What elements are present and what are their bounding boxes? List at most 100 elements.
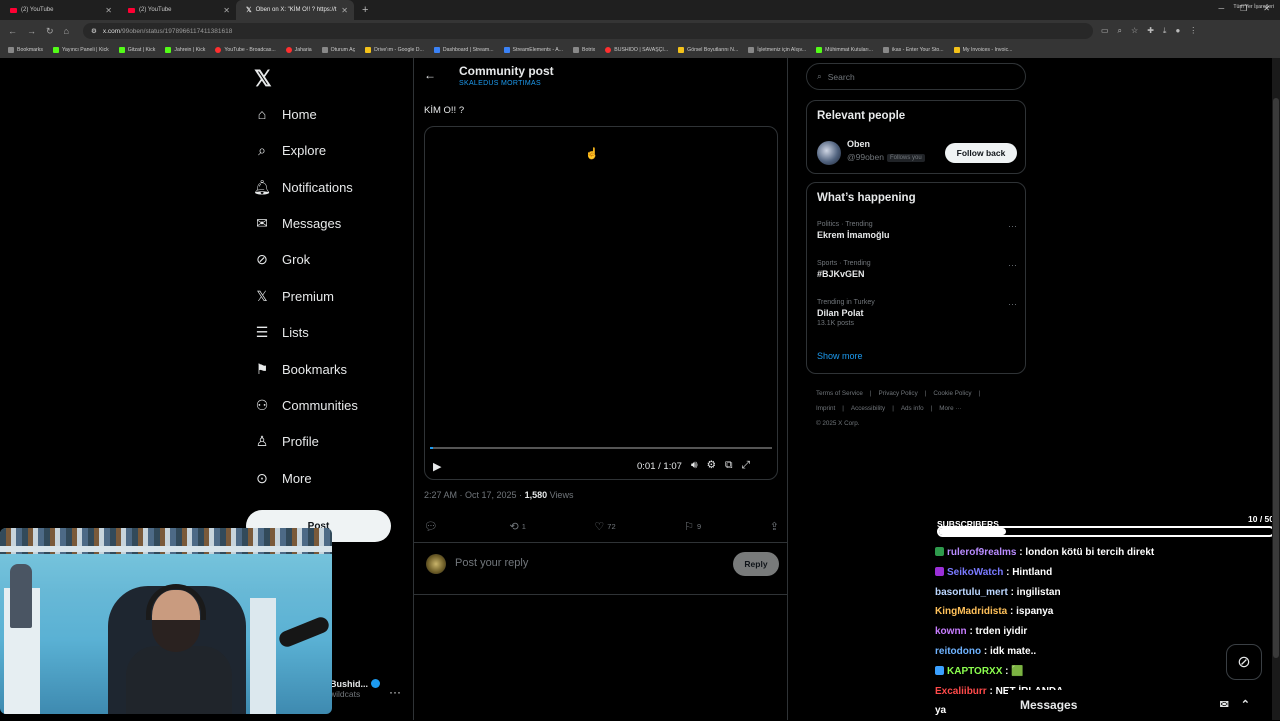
chat-text: : london kötü bi tercih direkt bbox=[1016, 547, 1155, 558]
star-icon[interactable]: ☆ bbox=[1131, 26, 1138, 36]
more-dots-icon[interactable]: ··· bbox=[1008, 299, 1017, 309]
more-dots-icon[interactable]: ··· bbox=[1008, 260, 1017, 270]
bookmark-action[interactable]: ⚐ 9 bbox=[684, 520, 701, 533]
footer-link[interactable]: Ads info bbox=[901, 405, 924, 412]
download-icon[interactable]: ⤓ bbox=[1163, 26, 1167, 36]
menu-icon[interactable]: ⋮ bbox=[1189, 26, 1197, 36]
trend-item[interactable]: Sports · Trending #BJKvGEN ··· bbox=[817, 260, 1017, 279]
account-switcher[interactable]: Bushid... wildcats bbox=[330, 679, 380, 699]
close-icon[interactable]: ✕ bbox=[341, 6, 348, 15]
url-field[interactable]: ⚙ x.com/99oben/status/197896611741138161… bbox=[82, 23, 1093, 39]
browser-tab[interactable]: (2) YouTube ✕ bbox=[118, 0, 236, 20]
sidebar-item-notifications[interactable]: 🔔︎ Notifications bbox=[253, 179, 353, 195]
sidebar-item-label: Grok bbox=[282, 251, 311, 267]
sidebar-item-home[interactable]: ⌂ Home bbox=[254, 106, 317, 122]
all-bookmarks-link[interactable]: Tüm Yer İşaretleri bbox=[1233, 4, 1274, 10]
sidebar-item-messages[interactable]: ✉ Messages bbox=[254, 215, 341, 231]
bookmark-item[interactable]: ikas - Enter Your Sto... bbox=[882, 47, 944, 53]
bookmark-item[interactable]: Dashboard | Stream... bbox=[433, 47, 494, 53]
browser-tab[interactable]: (2) YouTube ✕ bbox=[0, 0, 118, 20]
back-icon[interactable]: ← bbox=[8, 26, 17, 37]
bookmark-item[interactable]: BUSHIDO | SAVAŞÇI... bbox=[605, 47, 668, 53]
footer-link[interactable]: Terms of Service bbox=[816, 390, 863, 397]
fullscreen-icon[interactable]: ⤢ bbox=[742, 459, 750, 472]
sidebar-item-communities[interactable]: ⚇ Communities bbox=[254, 397, 358, 413]
avatar[interactable] bbox=[817, 141, 841, 165]
site-info-icon[interactable]: ⚙ bbox=[91, 27, 97, 35]
person-row[interactable]: Oben @99oben Follows you Follow back bbox=[817, 139, 1017, 167]
bookmark-item[interactable]: My Invoices - Invoic... bbox=[953, 47, 1012, 53]
bookmark-item[interactable]: Jaharia bbox=[285, 47, 312, 53]
minimize-icon[interactable]: ─ bbox=[1218, 4, 1224, 13]
bookmark-item[interactable]: İşletmeniz için Alışv... bbox=[748, 47, 806, 53]
close-icon[interactable]: ✕ bbox=[223, 6, 230, 15]
play-icon[interactable]: ▶ bbox=[433, 460, 441, 473]
cast-icon[interactable]: ▭ bbox=[1101, 26, 1109, 36]
chevron-up-icon[interactable]: ⌃ bbox=[1241, 698, 1250, 711]
bookmark-item[interactable]: Oturum Aç bbox=[321, 47, 355, 53]
bookmark-item[interactable]: Gitzat | Kick bbox=[118, 47, 155, 53]
profile-avatar-icon[interactable]: ● bbox=[1175, 26, 1180, 36]
reply-action[interactable]: 💬︎ bbox=[424, 520, 441, 533]
like-action[interactable]: ♡ 72 bbox=[594, 520, 615, 533]
person-name[interactable]: Oben bbox=[847, 139, 870, 149]
sidebar-item-premium[interactable]: 𝕏 Premium bbox=[254, 288, 334, 304]
compose-message-icon[interactable]: ✉ bbox=[1220, 698, 1229, 711]
video-player[interactable]: ☝ ▶ 0:01 / 1:07 🔊︎ ⚙ ⧉ ⤢ bbox=[424, 126, 778, 480]
pip-icon[interactable]: ⧉ bbox=[725, 459, 733, 472]
bookmark-item[interactable]: Jahrein | Kick bbox=[165, 47, 205, 53]
share-action[interactable]: ⇪ bbox=[770, 520, 779, 533]
extensions-icon[interactable]: ✚ bbox=[1147, 26, 1154, 36]
repost-action[interactable]: ⟲ 1 bbox=[510, 520, 526, 533]
forward-icon[interactable]: → bbox=[27, 26, 36, 37]
x-logo-icon[interactable]: 𝕏 bbox=[254, 66, 272, 92]
bookmark-item[interactable]: Görsel Boyutlarını N... bbox=[678, 47, 738, 53]
bookmark-item[interactable]: Drive'ım - Google D... bbox=[365, 47, 424, 53]
messages-drawer[interactable]: Messages ✉ ⌃ bbox=[1008, 690, 1260, 720]
chat-username: KAPTORXX bbox=[947, 665, 1003, 677]
more-dots-icon[interactable]: ··· bbox=[389, 685, 401, 699]
bookmark-item[interactable]: StreamElements - A... bbox=[503, 47, 563, 53]
zoom-icon[interactable]: ⌕ bbox=[1118, 26, 1122, 36]
scrollbar[interactable] bbox=[1272, 58, 1280, 720]
trend-item[interactable]: Trending in Turkey Dilan Polat 13.1K pos… bbox=[817, 299, 1017, 327]
grok-icon[interactable]: ⊘ bbox=[1226, 644, 1262, 680]
home-browser-icon[interactable]: ⌂ bbox=[64, 26, 69, 37]
bookmark-item[interactable]: Bookmarks bbox=[8, 47, 43, 53]
community-link[interactable]: SKALEDUS MORTIMAS bbox=[459, 80, 541, 87]
trend-item[interactable]: Politics · Trending Ekrem İmamoğlu ··· bbox=[817, 221, 1017, 240]
new-tab-icon[interactable]: + bbox=[362, 4, 368, 16]
reply-input[interactable]: Post your reply bbox=[455, 557, 528, 569]
close-icon[interactable]: ✕ bbox=[105, 6, 112, 15]
footer-link[interactable]: More ··· bbox=[939, 405, 961, 412]
sidebar-item-profile[interactable]: ♙ Profile bbox=[254, 433, 319, 449]
sidebar-item-grok[interactable]: ⊘ Grok bbox=[254, 251, 310, 267]
more-dots-icon[interactable]: ··· bbox=[1008, 221, 1017, 231]
follow-back-button[interactable]: Follow back bbox=[945, 143, 1017, 163]
volume-icon[interactable]: 🔊︎ bbox=[691, 459, 698, 472]
back-arrow-icon[interactable]: ← bbox=[424, 68, 436, 82]
search-input[interactable]: ⌕ Search bbox=[806, 63, 1026, 90]
settings-icon[interactable]: ⚙ bbox=[707, 459, 716, 472]
sidebar-item-lists[interactable]: ☰ Lists bbox=[254, 324, 309, 340]
sidebar-item-more[interactable]: ⊙ More bbox=[254, 470, 312, 486]
sidebar-item-bookmarks[interactable]: ⚑ Bookmarks bbox=[254, 361, 347, 377]
sidebar-item-explore[interactable]: ⌕ Explore bbox=[254, 142, 326, 158]
show-more-link[interactable]: Show more bbox=[817, 351, 863, 361]
footer-link[interactable]: Privacy Policy bbox=[879, 390, 918, 397]
avatar[interactable] bbox=[426, 554, 446, 574]
x-logo-icon: 𝕏 bbox=[246, 7, 252, 14]
footer-link[interactable]: Accessibility bbox=[851, 405, 885, 412]
reply-button[interactable]: Reply bbox=[733, 552, 779, 576]
bookmark-favicon-icon bbox=[953, 47, 960, 53]
bookmark-item[interactable]: Botrix bbox=[573, 47, 595, 53]
browser-tab-active[interactable]: 𝕏 Oben on X: "KİM O!! ? https://t ✕ bbox=[236, 0, 354, 20]
bookmark-item[interactable]: Mühimmat Kutuları... bbox=[816, 47, 873, 53]
video-progress-bar[interactable] bbox=[430, 447, 772, 449]
footer-link[interactable]: Cookie Policy bbox=[933, 390, 971, 397]
reload-icon[interactable]: ↻ bbox=[46, 26, 54, 37]
scrollbar-thumb[interactable] bbox=[1273, 98, 1279, 658]
bookmark-item[interactable]: Yayıncı Paneli | Kick bbox=[52, 47, 109, 53]
footer-link[interactable]: Imprint bbox=[816, 405, 835, 412]
bookmark-item[interactable]: YouTube - Broadcas... bbox=[215, 47, 276, 53]
